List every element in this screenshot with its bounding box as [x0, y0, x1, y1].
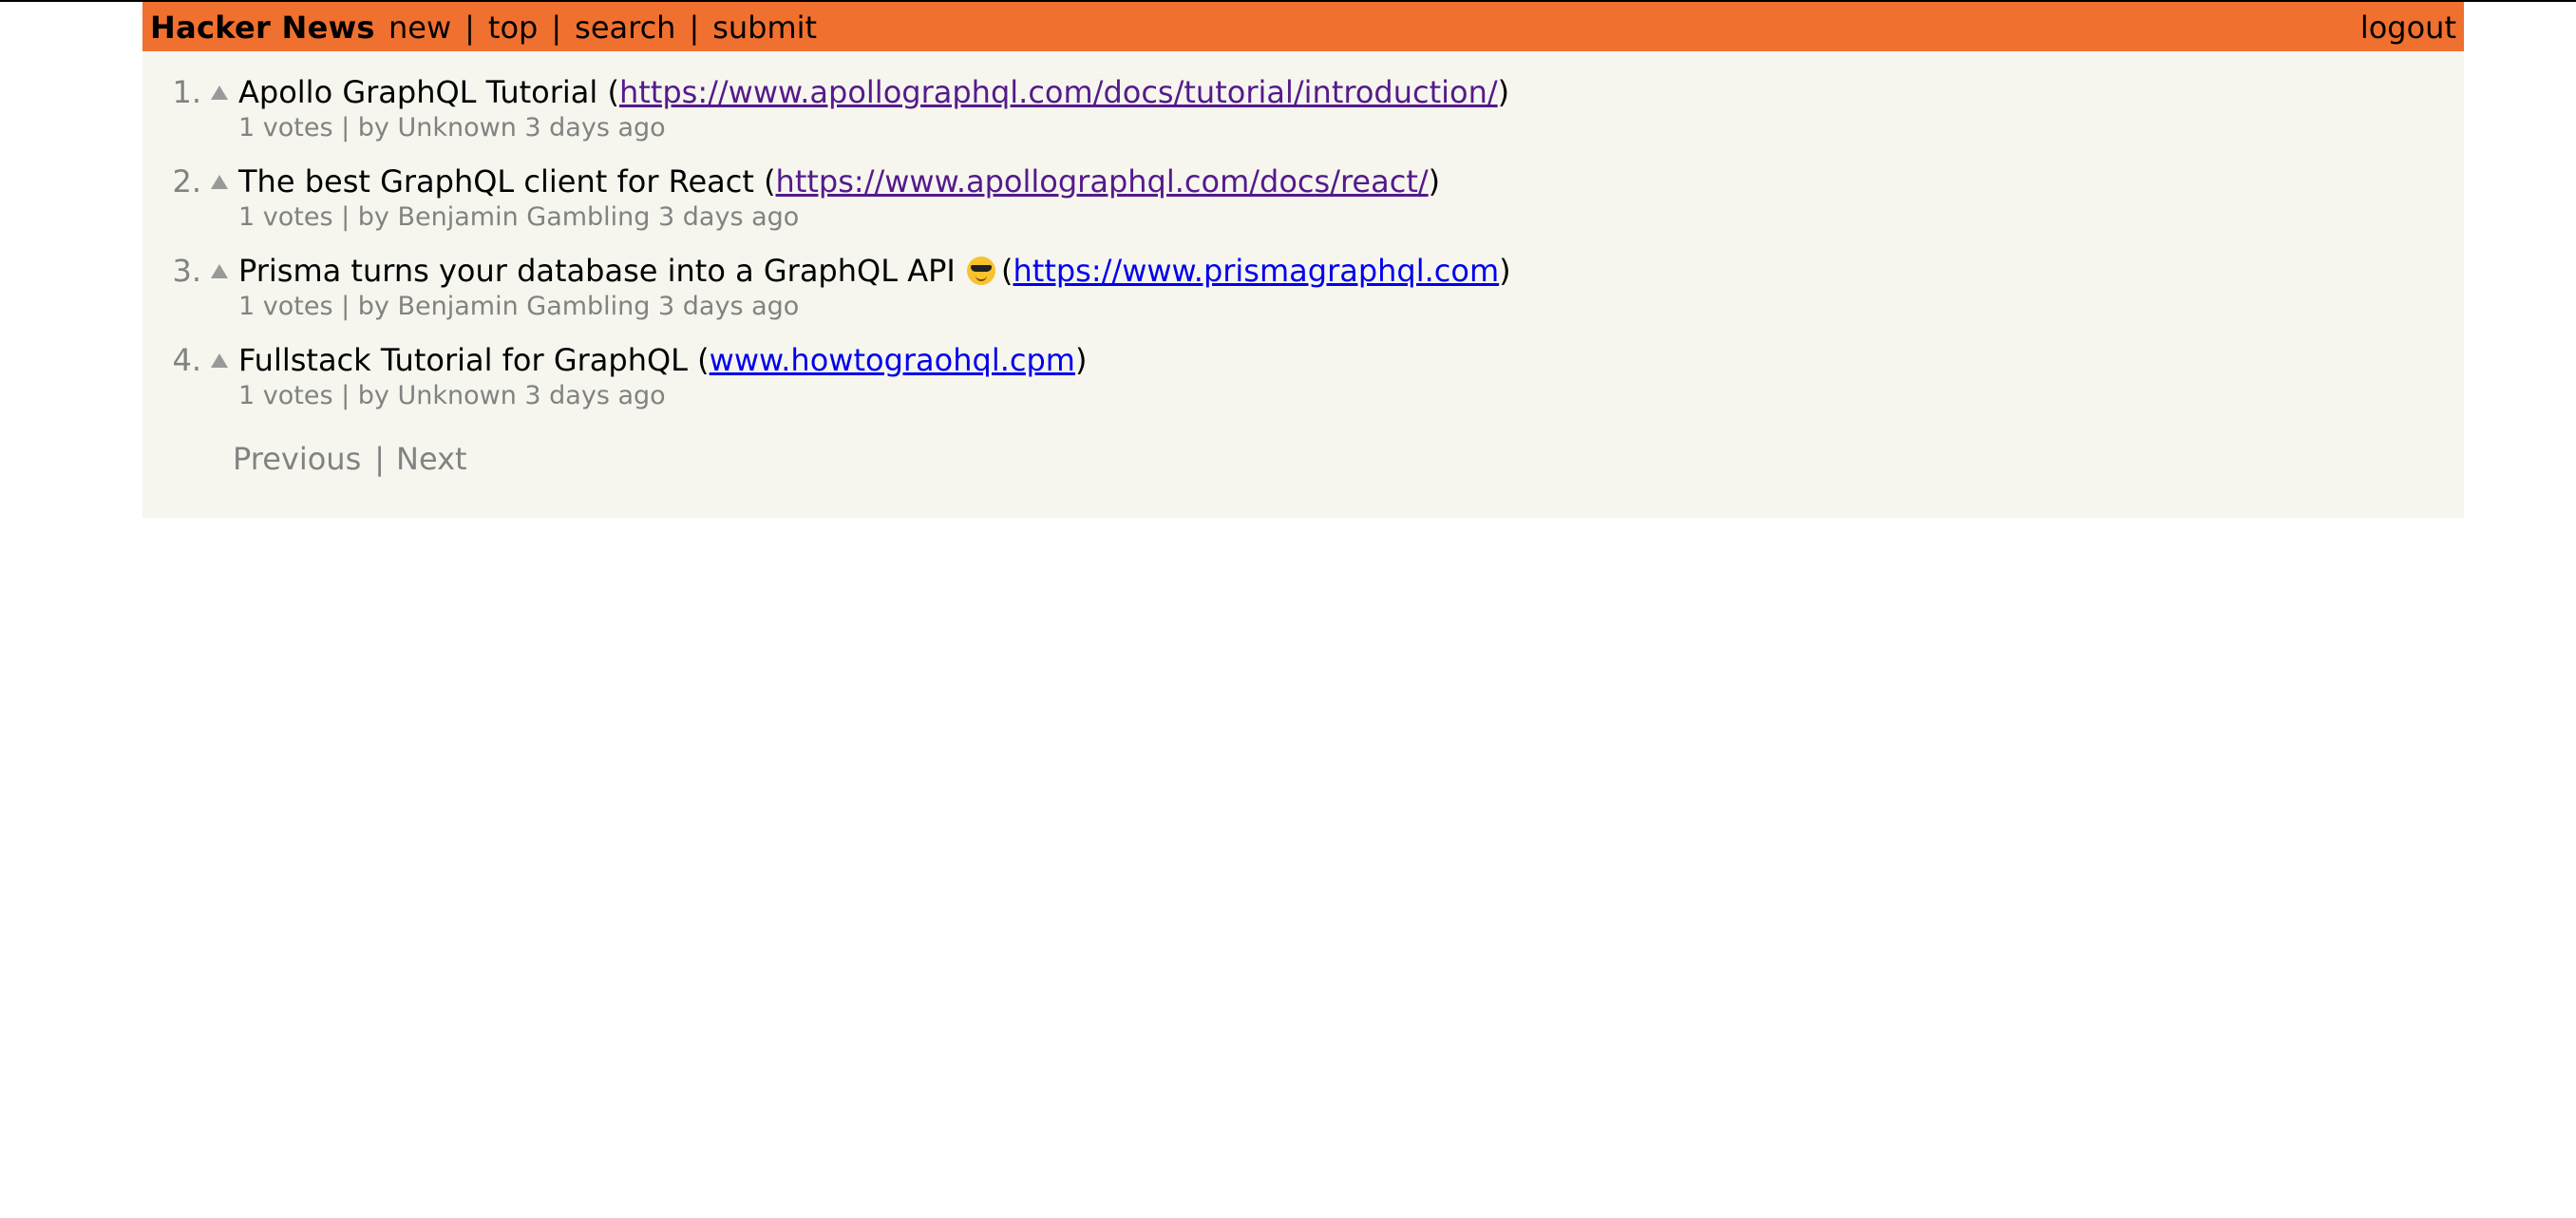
- item-title-line: Apollo GraphQL Tutorial (https://www.apo…: [238, 74, 1510, 110]
- item-link[interactable]: www.howtograohql.cpm: [710, 342, 1075, 378]
- nav-separator: |: [689, 10, 700, 46]
- nav-new-link[interactable]: new: [388, 10, 451, 46]
- nav-submit-link[interactable]: submit: [712, 10, 817, 46]
- item-title: The best GraphQL client for React: [238, 163, 754, 200]
- nav-top-link[interactable]: top: [488, 10, 538, 46]
- list-item: 4. Fullstack Tutorial for GraphQL (www.h…: [142, 342, 2464, 428]
- item-meta: 1 votes | by Unknown 3 days ago: [238, 381, 666, 410]
- pagination: Previous | Next: [233, 441, 467, 477]
- item-title: Fullstack Tutorial for GraphQL: [238, 342, 688, 378]
- item-title: Prisma turns your database into a GraphQ…: [238, 253, 956, 289]
- item-meta: 1 votes | by Benjamin Gambling 3 days ag…: [238, 292, 800, 321]
- item-rank: 1.: [172, 74, 201, 110]
- logout-link[interactable]: logout: [2360, 10, 2456, 46]
- item-rank: 4.: [172, 342, 201, 378]
- previous-page-link[interactable]: Previous: [233, 441, 361, 477]
- item-rank: 3.: [172, 253, 201, 289]
- nav-separator: |: [464, 10, 475, 46]
- nav-separator: |: [551, 10, 562, 46]
- list-item: 2. The best GraphQL client for React (ht…: [142, 163, 2464, 249]
- list-item: 1. Apollo GraphQL Tutorial (https://www.…: [142, 74, 2464, 160]
- header-nav: new | top | search | submit: [388, 10, 817, 46]
- upvote-arrow-icon[interactable]: [211, 264, 228, 278]
- item-meta: 1 votes | by Benjamin Gambling 3 days ag…: [238, 202, 800, 232]
- item-title-line: Fullstack Tutorial for GraphQL (www.howt…: [238, 342, 1088, 378]
- item-link[interactable]: https://www.prismagraphql.com: [1013, 253, 1499, 289]
- item-title-line: The best GraphQL client for React (https…: [238, 163, 1441, 200]
- upvote-arrow-icon[interactable]: [211, 353, 228, 368]
- item-meta: 1 votes | by Unknown 3 days ago: [238, 113, 666, 143]
- item-link[interactable]: https://www.apollographql.com/docs/react…: [776, 163, 1429, 200]
- pager-separator: |: [374, 441, 386, 477]
- item-rank: 2.: [172, 163, 201, 200]
- next-page-link[interactable]: Next: [396, 441, 467, 477]
- upvote-arrow-icon[interactable]: [211, 86, 228, 100]
- header-bar: Hacker News new | top | search | submit logout: [142, 2, 2464, 51]
- item-title: Apollo GraphQL Tutorial: [238, 74, 598, 110]
- smiling-face-with-sunglasses-icon: [967, 257, 995, 285]
- item-link[interactable]: https://www.apollographql.com/docs/tutor…: [619, 74, 1498, 110]
- list-item: 3. Prisma turns your database into a Gra…: [142, 253, 2464, 338]
- upvote-arrow-icon[interactable]: [211, 175, 228, 189]
- page-container: Hacker News new | top | search | submit logout…: [142, 2, 2464, 518]
- site-title[interactable]: Hacker News: [150, 10, 375, 46]
- nav-search-link[interactable]: search: [575, 10, 675, 46]
- item-title-line: Prisma turns your database into a GraphQ…: [238, 253, 1511, 289]
